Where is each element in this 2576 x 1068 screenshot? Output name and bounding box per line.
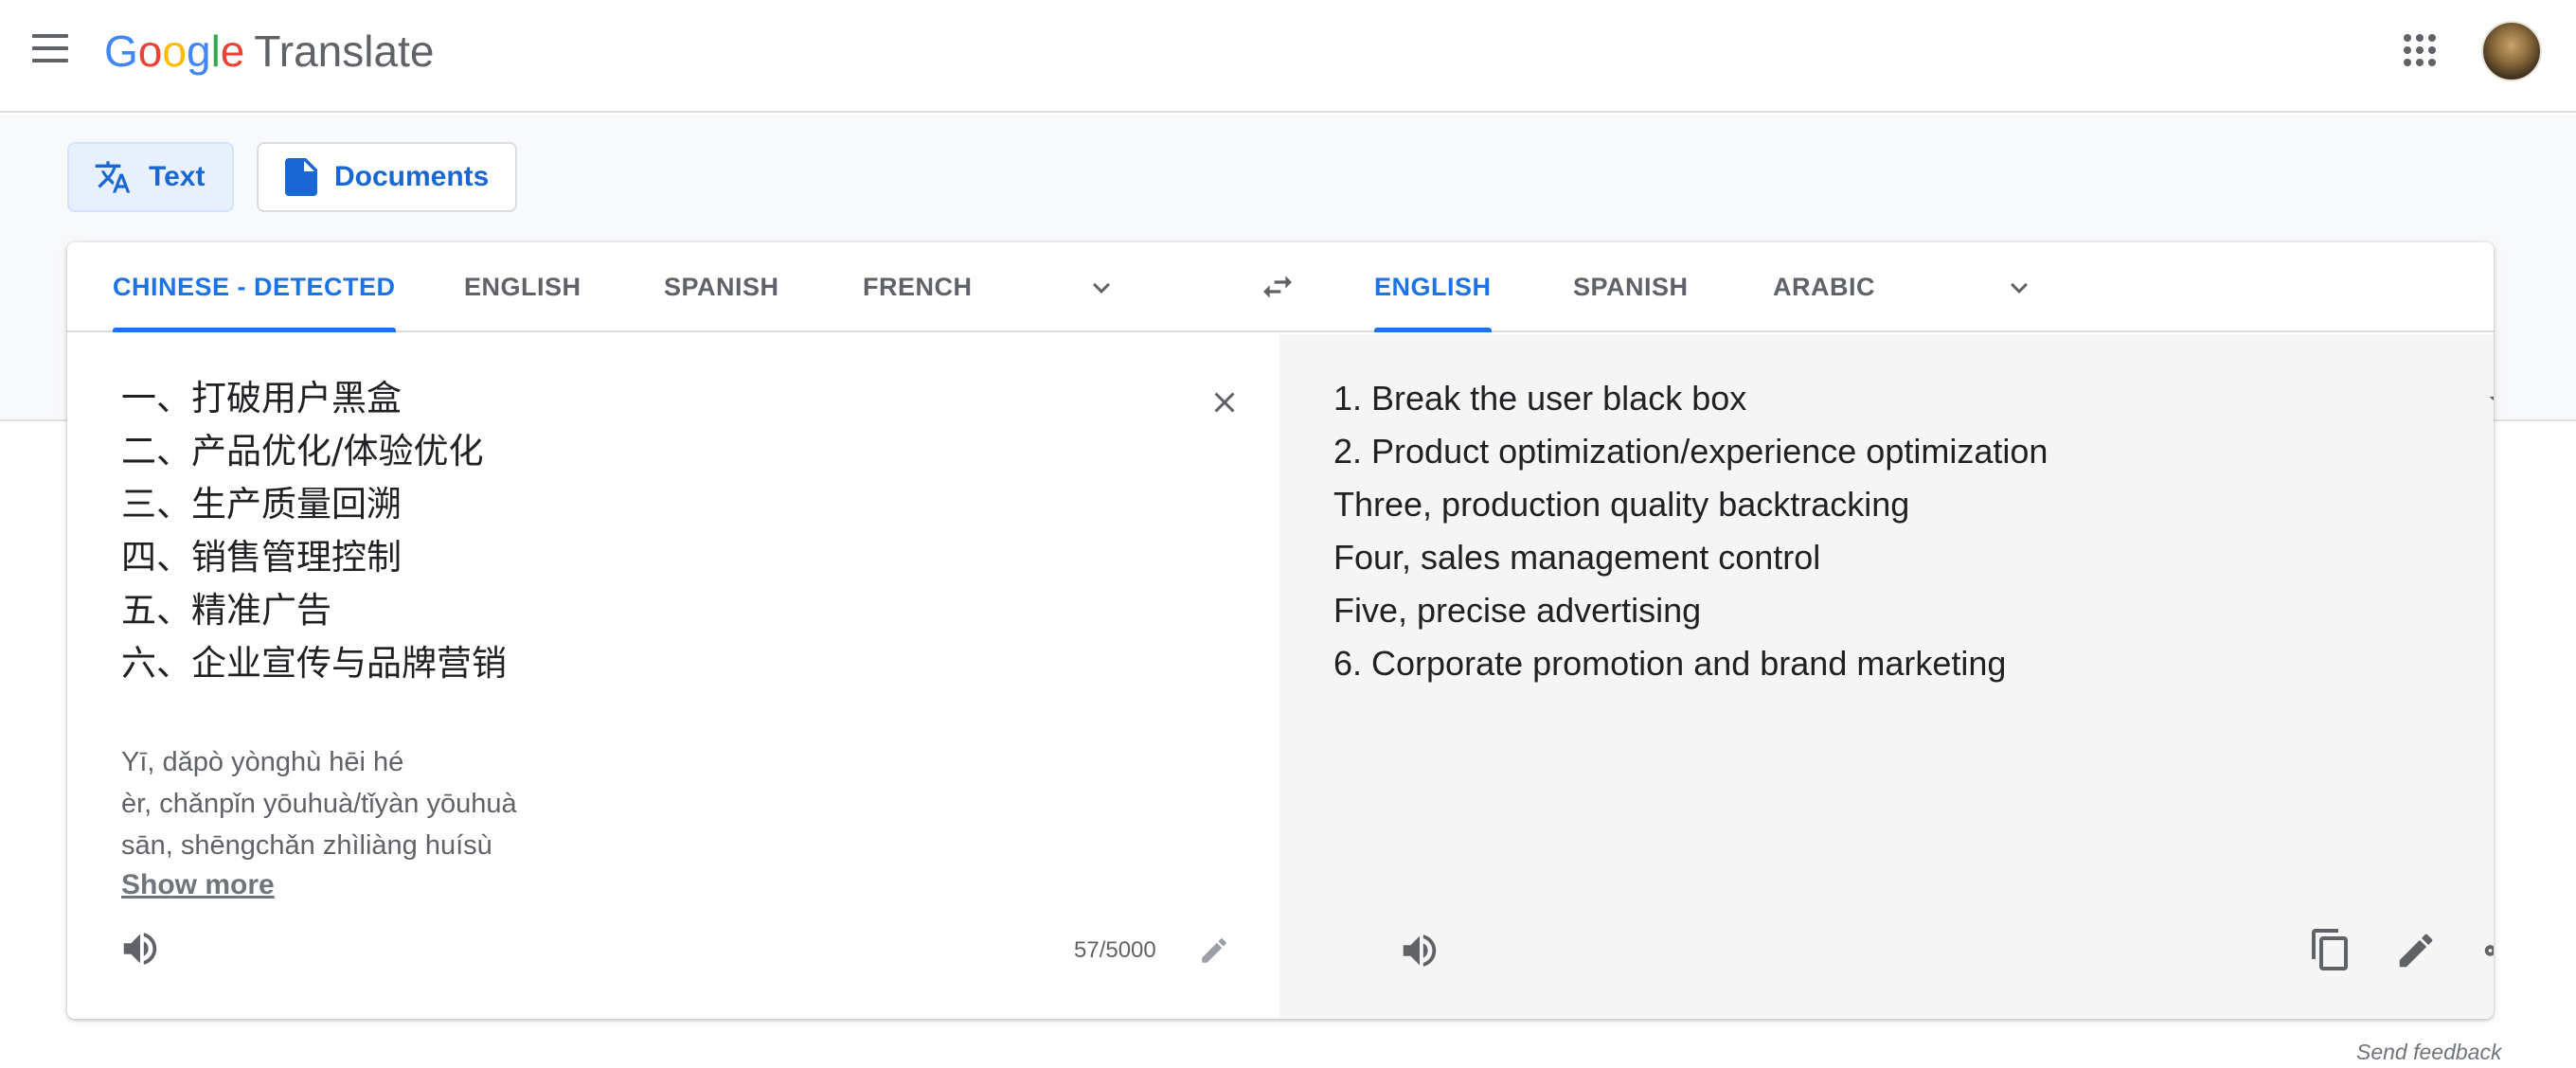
- google-translate-logo[interactable]: Google Translate: [104, 25, 434, 78]
- translate-icon: [94, 158, 132, 196]
- translation-line: 1. Break the user black box: [1333, 379, 1747, 418]
- source-line: 五、精准广告: [121, 590, 331, 631]
- product-name: Translate: [254, 27, 435, 76]
- translation-line: 6. Corporate promotion and brand marketi…: [1333, 644, 2007, 683]
- clear-source-close-icon[interactable]: [1208, 385, 1242, 419]
- translation-output: 1. Break the user black box 2. Product o…: [1333, 372, 2048, 690]
- suggest-edit-pencil-icon[interactable]: [2394, 929, 2438, 972]
- text-mode-button[interactable]: Text: [67, 142, 234, 212]
- logo-letter: G: [104, 27, 138, 76]
- source-lang-tab-french[interactable]: FRENCH: [863, 242, 973, 332]
- transliteration-line: sān, shēngchǎn zhìliàng huísù: [121, 830, 492, 861]
- save-translation-star-icon[interactable]: [2486, 382, 2494, 421]
- logo-letter: g: [186, 27, 211, 76]
- transliteration: Yī, dǎpò yònghù hēi hé èr, chǎnpǐn yōuhu…: [121, 741, 517, 866]
- listen-translation-speaker-icon[interactable]: [1398, 929, 1441, 972]
- language-bar: CHINESE - DETECTED ENGLISH SPANISH FRENC…: [67, 242, 2494, 332]
- source-lang-tab-spanish[interactable]: SPANISH: [664, 242, 779, 332]
- source-line: 六、企业宣传与品牌营销: [121, 643, 507, 684]
- logo-letter: o: [137, 27, 163, 76]
- copy-translation-icon[interactable]: [2308, 927, 2353, 972]
- source-line: 一、打破用户黑盒: [121, 378, 402, 418]
- swap-languages-icon[interactable]: [1257, 268, 1298, 306]
- send-feedback-link[interactable]: Send feedback: [2356, 1040, 2501, 1065]
- translation-output-pane: 1. Break the user black box 2. Product o…: [1279, 334, 2494, 1019]
- source-lang-tab-english[interactable]: ENGLISH: [464, 242, 581, 332]
- target-lang-tab-spanish[interactable]: SPANISH: [1573, 242, 1689, 332]
- documents-mode-button[interactable]: Documents: [257, 142, 517, 212]
- translation-line: 2. Product optimization/experience optim…: [1333, 432, 2048, 471]
- source-text-input[interactable]: 一、打破用户黑盒 二、产品优化/体验优化 三、生产质量回溯 四、销售管理控制 五…: [121, 372, 507, 690]
- source-line: 二、产品优化/体验优化: [121, 431, 484, 472]
- target-lang-tab-arabic[interactable]: ARABIC: [1773, 242, 1875, 332]
- hamburger-menu-icon[interactable]: [32, 34, 70, 66]
- character-count: 57/5000: [1074, 937, 1156, 963]
- source-line: 四、销售管理控制: [121, 537, 402, 578]
- text-mode-label: Text: [149, 161, 206, 192]
- translation-line: Three, production quality backtracking: [1333, 485, 1910, 524]
- source-more-languages-chevron-down-icon[interactable]: [1084, 271, 1118, 305]
- share-translation-icon[interactable]: [2479, 929, 2494, 972]
- target-lang-tab-english[interactable]: ENGLISH: [1374, 242, 1492, 332]
- apps-grid-icon[interactable]: [2404, 34, 2436, 66]
- logo-letter: l: [210, 27, 221, 76]
- transliteration-line: èr, chǎnpǐn yōuhuà/tǐyàn yōuhuà: [121, 789, 517, 819]
- document-icon: [285, 158, 317, 196]
- handwriting-pencil-icon[interactable]: [1198, 934, 1230, 967]
- translation-line: Four, sales management control: [1333, 538, 1821, 577]
- transliteration-line: Yī, dǎpò yònghù hēi hé: [121, 747, 404, 777]
- show-more-link[interactable]: Show more: [121, 869, 275, 901]
- source-lang-tab-detected[interactable]: CHINESE - DETECTED: [113, 242, 396, 332]
- translation-card: CHINESE - DETECTED ENGLISH SPANISH FRENC…: [67, 242, 2494, 1019]
- top-header: Google Translate: [0, 0, 2576, 113]
- target-more-languages-chevron-down-icon[interactable]: [2002, 271, 2036, 305]
- documents-mode-label: Documents: [334, 161, 490, 192]
- logo-letter: o: [162, 27, 187, 76]
- source-text-pane[interactable]: 一、打破用户黑盒 二、产品优化/体验优化 三、生产质量回溯 四、销售管理控制 五…: [67, 334, 1279, 1019]
- account-avatar[interactable]: [2481, 21, 2542, 81]
- listen-source-speaker-icon[interactable]: [118, 927, 162, 970]
- translation-line: Five, precise advertising: [1333, 591, 1702, 630]
- source-line: 三、生产质量回溯: [121, 484, 402, 525]
- logo-letter: e: [220, 27, 245, 76]
